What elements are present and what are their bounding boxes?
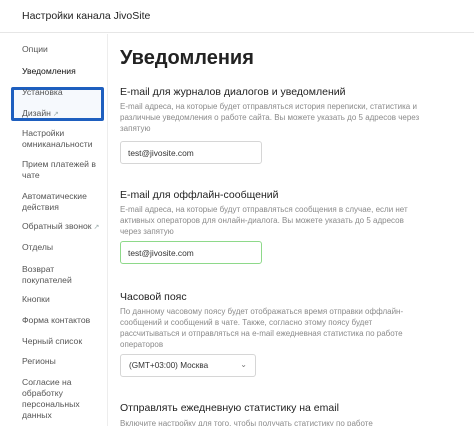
section-title-daily-stats: Отправлять ежедневную статистику на emai… [120,402,339,414]
sidebar-item-regions[interactable]: Регионы [22,356,104,367]
section-description-timezone: По данному часовому поясу будет отобража… [120,307,404,349]
section-title-timezone: Часовой пояс [120,291,187,303]
section-description-offline-email: E-mail адреса, на которые будут отправля… [120,205,408,236]
sidebar-item-returning-customers[interactable]: Возврат покупателей [22,264,104,286]
page-title: Уведомления [120,47,254,69]
section-description-dialog-email: E-mail адреса, на которые будет отправля… [120,102,420,133]
external-link-icon: ↗ [93,224,100,231]
settings-sidebar: Опции Уведомления Установка Дизайн ↗ Наст… [0,34,108,426]
sidebar-item-blacklist[interactable]: Черный список [22,336,104,347]
sidebar-item-contact-form[interactable]: Форма контактов [22,315,104,326]
sidebar-item-buttons[interactable]: Кнопки [22,294,104,305]
timezone-select-value: (GMT+03:00) Москва [129,361,209,370]
header-bar: Настройки канала JivoSite [0,0,474,33]
chevron-down-icon: ⌄ [240,360,247,369]
sidebar-item-departments[interactable]: Отделы [22,242,104,253]
timezone-select[interactable]: (GMT+03:00) Москва ⌄ [120,354,256,377]
sidebar-item-design[interactable]: Дизайн ↗ [22,108,104,120]
sidebar-item-payments[interactable]: Прием платежей в чате [22,159,104,181]
section-description-daily-stats: Включите настройку для того, чтобы получ… [120,419,373,426]
sidebar-item-options[interactable]: Опции [22,44,104,55]
section-title-offline-email: E-mail для оффлайн-сообщений [120,189,279,201]
sidebar-item-callback[interactable]: Обратный звонок ↗ [22,221,104,233]
sidebar-item-notifications[interactable]: Уведомления [22,66,104,77]
section-title-dialog-email: E-mail для журналов диалогов и уведомлен… [120,86,346,98]
offline-email-input[interactable]: test@jivosite.com [120,241,262,264]
page-header-title: Настройки канала JivoSite [22,10,151,22]
sidebar-item-auto-actions[interactable]: Автоматические действия [22,191,104,213]
sidebar-item-omnichannel[interactable]: Настройки омниканальности [22,128,104,150]
external-link-icon: ↗ [52,111,59,118]
dialog-email-input[interactable]: test@jivosite.com [120,141,262,164]
sidebar-item-install[interactable]: Установка [22,87,104,98]
sidebar-item-label: Дизайн [22,108,51,118]
sidebar-item-personal-data-consent[interactable]: Согласие на обработку персональных данны… [22,377,104,421]
sidebar-item-label: Обратный звонок [22,221,92,231]
notifications-panel: Уведомления E-mail для журналов диалогов… [118,34,474,426]
